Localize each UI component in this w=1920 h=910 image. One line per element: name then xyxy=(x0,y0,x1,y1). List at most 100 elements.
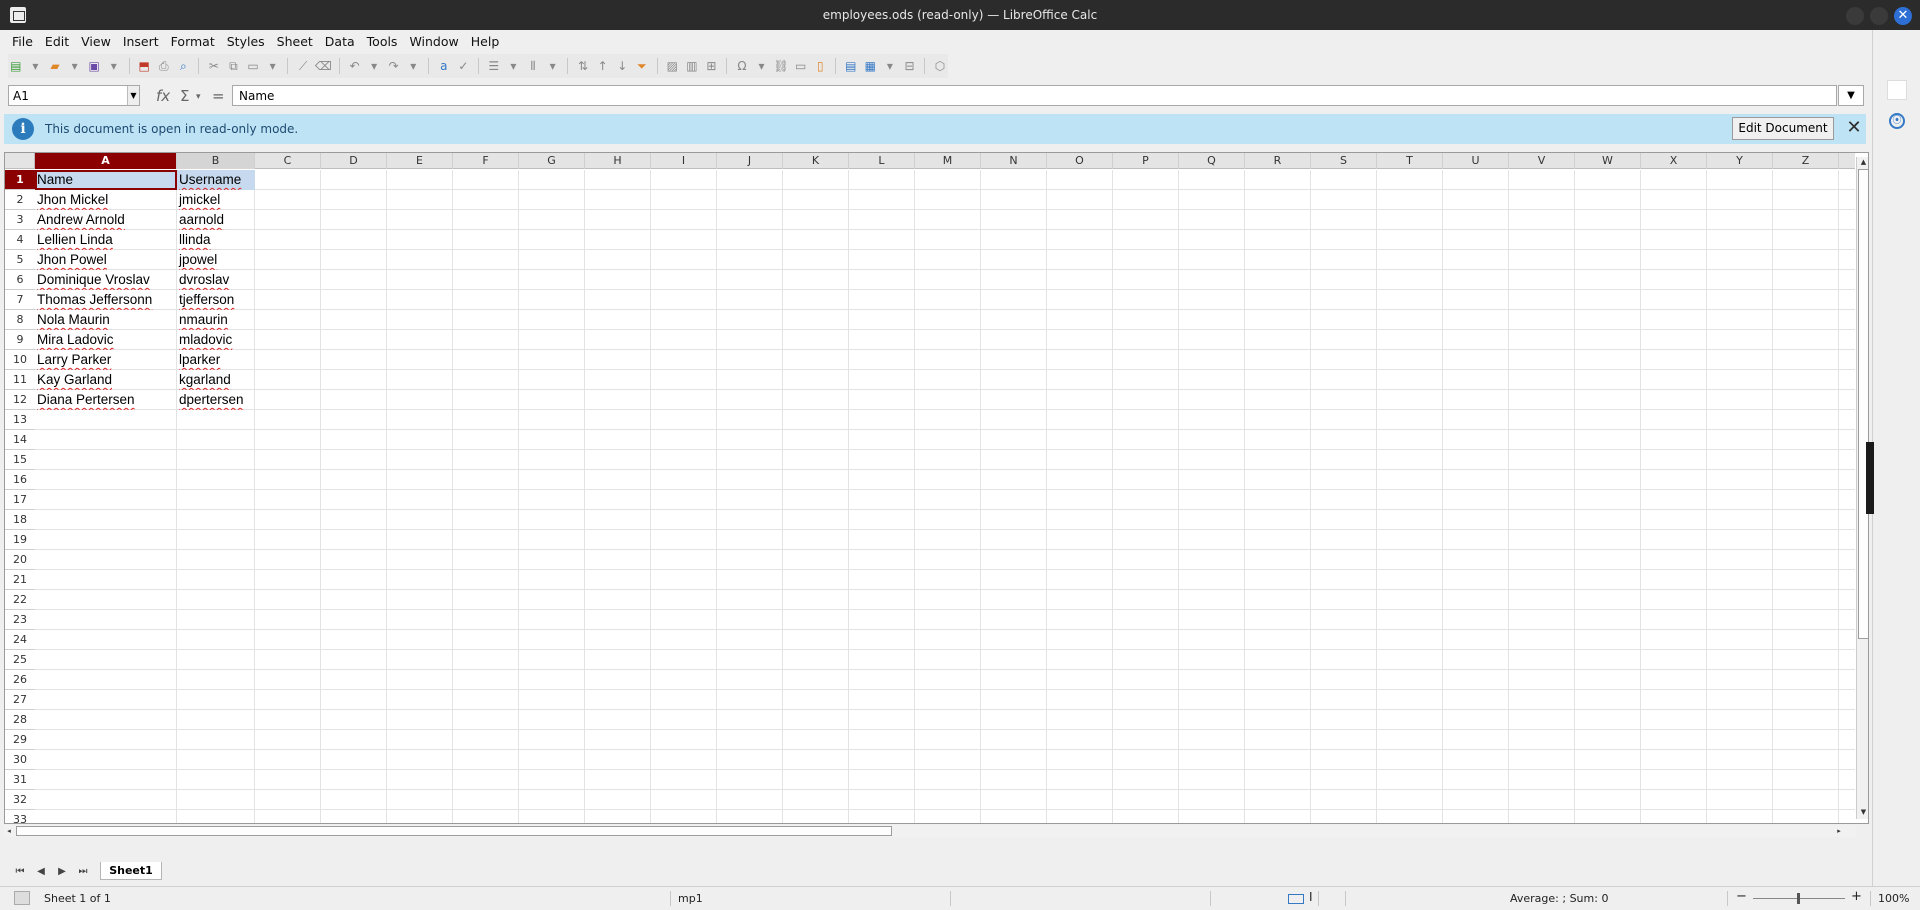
row-header-5[interactable]: 5 xyxy=(5,250,35,270)
row-header-16[interactable]: 16 xyxy=(5,470,35,490)
chevron-down-icon[interactable]: ▾ xyxy=(196,92,201,102)
menu-format[interactable]: Format xyxy=(165,34,221,49)
cell-a6[interactable]: Dominique Vroslav xyxy=(35,270,177,290)
save-icon[interactable]: ▣ xyxy=(86,57,102,75)
column-header-o[interactable]: O xyxy=(1047,153,1113,169)
row-header-12[interactable]: 12 xyxy=(5,390,35,410)
cell-b2[interactable]: jmickel xyxy=(177,190,255,210)
sort-descending-icon[interactable]: ↓ xyxy=(614,57,630,75)
column-header-f[interactable]: F xyxy=(453,153,519,169)
column-header-p[interactable]: P xyxy=(1113,153,1179,169)
sort-ascending-icon[interactable]: ↑ xyxy=(595,57,611,75)
clear-format-icon[interactable]: ⌫ xyxy=(315,57,332,75)
zoom-in-icon[interactable]: + xyxy=(1851,889,1862,904)
function-wizard-icon[interactable]: fx xyxy=(156,87,170,105)
menu-view[interactable]: View xyxy=(75,34,117,49)
column-header-q[interactable]: Q xyxy=(1179,153,1245,169)
chevron-down-icon[interactable]: ▾ xyxy=(506,57,522,75)
cell-a7[interactable]: Thomas Jeffersonn xyxy=(35,290,177,310)
zoom-out-icon[interactable]: − xyxy=(1736,889,1747,904)
column-header-z[interactable]: Z xyxy=(1773,153,1839,169)
cell-a9[interactable]: Mira Ladovic xyxy=(35,330,177,350)
row-header-3[interactable]: 3 xyxy=(5,210,35,230)
row-header-23[interactable]: 23 xyxy=(5,610,35,630)
cell-a11[interactable]: Kay Garland xyxy=(35,370,177,390)
menu-styles[interactable]: Styles xyxy=(221,34,271,49)
chevron-down-icon[interactable]: ▼ xyxy=(127,86,139,105)
row-header-32[interactable]: 32 xyxy=(5,790,35,810)
cut-icon[interactable]: ✂ xyxy=(206,57,222,75)
cell-a1[interactable]: Name xyxy=(35,170,177,190)
menu-tools[interactable]: Tools xyxy=(361,34,404,49)
comment-icon[interactable]: ▭ xyxy=(793,57,809,75)
cell-a8[interactable]: Nola Maurin xyxy=(35,310,177,330)
cell-b1[interactable]: Username xyxy=(177,170,255,190)
selection-mode-icon[interactable] xyxy=(1288,894,1304,904)
chevron-down-icon[interactable]: ▾ xyxy=(28,57,44,75)
row-header-24[interactable]: 24 xyxy=(5,630,35,650)
spreadsheet-grid[interactable]: ABCDEFGHIJKLMNOPQRSTUVWXYZ 1 2 3 4 5 6 7 8 9 10 11… xyxy=(4,152,1869,824)
maximize-button[interactable] xyxy=(1870,7,1888,25)
page-style[interactable]: mp1 xyxy=(678,892,703,905)
zoom-slider-handle[interactable] xyxy=(1797,893,1800,904)
cell-b5[interactable]: jpowel xyxy=(177,250,255,270)
row-header-20[interactable]: 20 xyxy=(5,550,35,570)
image-icon[interactable]: ▨ xyxy=(664,57,680,75)
row-header-1[interactable]: 1 xyxy=(5,170,35,190)
column-header-w[interactable]: W xyxy=(1575,153,1641,169)
cell-a4[interactable]: Lellien Linda xyxy=(35,230,177,250)
pivot-icon[interactable]: ⊞ xyxy=(704,57,720,75)
navigator-icon[interactable]: ⦿ xyxy=(1889,113,1905,129)
column-header-m[interactable]: M xyxy=(915,153,981,169)
print-preview-icon[interactable]: ⌕ xyxy=(176,57,192,75)
formula-icon[interactable]: = xyxy=(212,87,225,105)
close-window-button[interactable]: ✕ xyxy=(1894,7,1912,25)
expand-formula-bar-button[interactable]: ▼ xyxy=(1838,85,1864,106)
column-header-y[interactable]: Y xyxy=(1707,153,1773,169)
zoom-level[interactable]: 100% xyxy=(1878,892,1909,905)
autofilter-icon[interactable]: ⏷ xyxy=(634,57,650,75)
row-header-18[interactable]: 18 xyxy=(5,510,35,530)
special-char-icon[interactable]: Ω xyxy=(734,57,750,75)
select-all-corner[interactable] xyxy=(5,153,35,169)
row-header-28[interactable]: 28 xyxy=(5,710,35,730)
cell-b6[interactable]: dvroslav xyxy=(177,270,255,290)
cell-b11[interactable]: kgarland xyxy=(177,370,255,390)
selection-summary[interactable]: Average: ; Sum: 0 xyxy=(1510,892,1608,905)
column-header-k[interactable]: K xyxy=(783,153,849,169)
menu-edit[interactable]: Edit xyxy=(39,34,75,49)
chevron-down-icon[interactable]: ▾ xyxy=(67,57,83,75)
first-sheet-icon[interactable]: ⏮ xyxy=(12,864,28,880)
show-draw-functions-icon[interactable]: ⬡ xyxy=(932,57,948,75)
print-icon[interactable]: ⎙ xyxy=(156,57,172,75)
column-header-g[interactable]: G xyxy=(519,153,585,169)
row-header-25[interactable]: 25 xyxy=(5,650,35,670)
formula-input[interactable]: Name xyxy=(232,85,1837,106)
column-header-b[interactable]: B xyxy=(177,153,255,169)
redo-icon[interactable]: ↷ xyxy=(386,57,402,75)
cell-a3[interactable]: Andrew Arnold xyxy=(35,210,177,230)
row-header-19[interactable]: 19 xyxy=(5,530,35,550)
row-header-14[interactable]: 14 xyxy=(5,430,35,450)
menu-data[interactable]: Data xyxy=(319,34,361,49)
column-header-s[interactable]: S xyxy=(1311,153,1377,169)
column-header-j[interactable]: J xyxy=(717,153,783,169)
scroll-right-icon[interactable]: ▸ xyxy=(1834,825,1844,837)
sum-icon[interactable]: Σ xyxy=(180,87,189,105)
menu-sheet[interactable]: Sheet xyxy=(271,34,319,49)
cell-a2[interactable]: Jhon Mickel xyxy=(35,190,177,210)
row-header-29[interactable]: 29 xyxy=(5,730,35,750)
row-header-22[interactable]: 22 xyxy=(5,590,35,610)
column-header-d[interactable]: D xyxy=(321,153,387,169)
menu-file[interactable]: File xyxy=(6,34,39,49)
column-header-h[interactable]: H xyxy=(585,153,651,169)
row-header-6[interactable]: 6 xyxy=(5,270,35,290)
horizontal-scrollbar[interactable]: ◂ ▸ xyxy=(4,825,1856,837)
column-icon[interactable]: ⫴ xyxy=(525,57,541,75)
horizontal-scroll-thumb[interactable] xyxy=(16,826,892,836)
find-icon[interactable]: a xyxy=(436,57,452,75)
minimize-button[interactable] xyxy=(1846,7,1864,25)
clone-icon[interactable]: ⟋ xyxy=(295,57,311,75)
cell-a5[interactable]: Jhon Powel xyxy=(35,250,177,270)
paste-icon[interactable]: ▭ xyxy=(245,57,261,75)
